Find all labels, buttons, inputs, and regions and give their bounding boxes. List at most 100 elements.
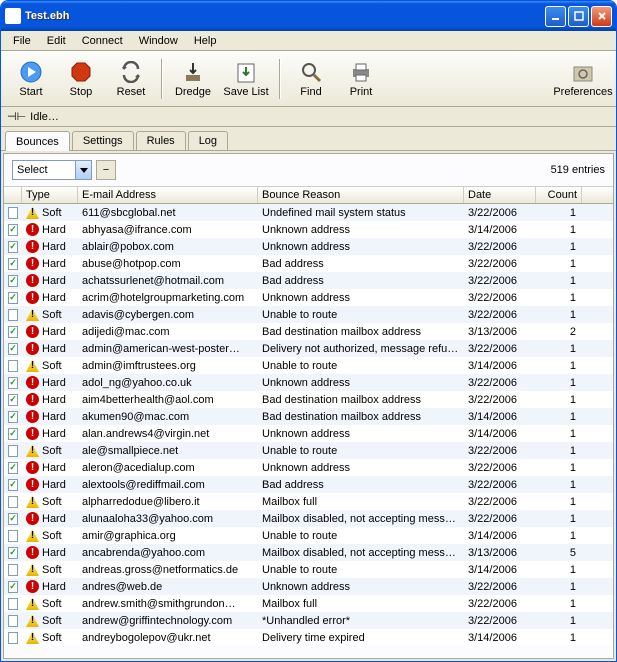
stop-button[interactable]: Stop: [57, 54, 105, 104]
remove-button[interactable]: −: [96, 160, 116, 180]
row-checkbox[interactable]: [8, 632, 18, 644]
dredge-button[interactable]: Dredge: [169, 54, 217, 104]
minimize-button[interactable]: [545, 6, 566, 27]
bounce-table: Type E-mail Address Bounce Reason Date C…: [4, 186, 613, 658]
row-checkbox[interactable]: ✓: [8, 343, 18, 355]
table-row[interactable]: ✓!Hardablair@pobox.comUnknown address3/2…: [4, 238, 613, 255]
table-row[interactable]: ✓!Hardacrim@hotelgroupmarketing.comUnkno…: [4, 289, 613, 306]
select-dropdown[interactable]: Select: [12, 160, 76, 180]
date-cell: 3/22/2006: [464, 308, 536, 322]
row-checkbox[interactable]: ✓: [8, 241, 18, 253]
col-check[interactable]: [4, 187, 22, 203]
col-email[interactable]: E-mail Address: [78, 187, 258, 203]
tab-settings[interactable]: Settings: [72, 131, 134, 150]
table-body[interactable]: !Soft611@sbcglobal.netUndefined mail sys…: [4, 204, 613, 658]
start-button[interactable]: Start: [7, 54, 55, 104]
tab-bounces[interactable]: Bounces: [5, 131, 70, 151]
tab-log[interactable]: Log: [188, 131, 228, 150]
email-cell: adavis@cybergen.com: [78, 308, 258, 322]
row-checkbox[interactable]: ✓: [8, 411, 18, 423]
row-checkbox[interactable]: [8, 445, 18, 457]
col-type[interactable]: Type: [22, 187, 78, 203]
row-checkbox[interactable]: [8, 360, 18, 372]
reason-cell: Unable to route: [258, 308, 464, 322]
email-cell: alextools@rediffmail.com: [78, 478, 258, 492]
table-row[interactable]: ✓!Hardancabrenda@yahoo.comMailbox disabl…: [4, 544, 613, 561]
table-row[interactable]: !Softadmin@imftrustees.orgUnable to rout…: [4, 357, 613, 374]
date-cell: 3/22/2006: [464, 597, 536, 611]
table-row[interactable]: ✓!Hardaleron@acedialup.comUnknown addres…: [4, 459, 613, 476]
row-checkbox[interactable]: ✓: [8, 258, 18, 270]
table-row[interactable]: ✓!Hardadijedi@mac.comBad destination mai…: [4, 323, 613, 340]
row-checkbox[interactable]: [8, 615, 18, 627]
email-cell: andrew.smith@smithgrundon…: [78, 597, 258, 611]
row-checkbox[interactable]: [8, 496, 18, 508]
savelist-button[interactable]: Save List: [219, 54, 273, 104]
table-row[interactable]: !Softandrew.smith@smithgrundon…Mailbox f…: [4, 595, 613, 612]
row-checkbox[interactable]: [8, 598, 18, 610]
date-cell: 3/22/2006: [464, 206, 536, 220]
row-checkbox[interactable]: [8, 207, 18, 219]
find-button[interactable]: Find: [287, 54, 335, 104]
menu-file[interactable]: File: [5, 33, 39, 49]
date-cell: 3/22/2006: [464, 376, 536, 390]
tab-rules[interactable]: Rules: [136, 131, 186, 150]
table-row[interactable]: ✓!Hardabuse@hotpop.comBad address3/22/20…: [4, 255, 613, 272]
menu-connect[interactable]: Connect: [74, 33, 131, 49]
table-row[interactable]: ✓!Hardabhyasa@ifrance.comUnknown address…: [4, 221, 613, 238]
menu-window[interactable]: Window: [131, 33, 186, 49]
row-checkbox[interactable]: ✓: [8, 224, 18, 236]
table-row[interactable]: ✓!Hardandres@web.deUnknown address3/22/2…: [4, 578, 613, 595]
table-row[interactable]: !Softale@smallpiece.netUnable to route3/…: [4, 442, 613, 459]
col-reason[interactable]: Bounce Reason: [258, 187, 464, 203]
row-checkbox[interactable]: ✓: [8, 292, 18, 304]
dropdown-button[interactable]: [76, 160, 92, 180]
row-checkbox[interactable]: ✓: [8, 326, 18, 338]
row-checkbox[interactable]: [8, 564, 18, 576]
table-row[interactable]: ✓!Hardalan.andrews4@virgin.netUnknown ad…: [4, 425, 613, 442]
preferences-button[interactable]: Preferences: [556, 54, 610, 104]
col-date[interactable]: Date: [464, 187, 536, 203]
row-checkbox[interactable]: ✓: [8, 547, 18, 559]
row-checkbox[interactable]: [8, 530, 18, 542]
table-row[interactable]: ✓!Hardalunaaloha33@yahoo.comMailbox disa…: [4, 510, 613, 527]
row-checkbox[interactable]: ✓: [8, 428, 18, 440]
col-count[interactable]: Count: [536, 187, 582, 203]
row-checkbox[interactable]: ✓: [8, 513, 18, 525]
email-cell: amir@graphica.org: [78, 529, 258, 543]
row-checkbox[interactable]: ✓: [8, 462, 18, 474]
table-row[interactable]: ✓!Hardalextools@rediffmail.comBad addres…: [4, 476, 613, 493]
table-row[interactable]: ✓!Hardadmin@american-west-poster…Deliver…: [4, 340, 613, 357]
reason-cell: Unknown address: [258, 376, 464, 390]
row-checkbox[interactable]: ✓: [8, 479, 18, 491]
table-row[interactable]: !Softalpharredodue@libero.itMailbox full…: [4, 493, 613, 510]
print-icon: [349, 60, 373, 84]
row-checkbox[interactable]: ✓: [8, 394, 18, 406]
table-row[interactable]: !Softandreybogolepov@ukr.netDelivery tim…: [4, 629, 613, 646]
table-row[interactable]: !Softadavis@cybergen.comUnable to route3…: [4, 306, 613, 323]
table-row[interactable]: ✓!Hardadol_ng@yahoo.co.ukUnknown address…: [4, 374, 613, 391]
row-checkbox[interactable]: [8, 309, 18, 321]
table-row[interactable]: ✓!Hardaim4betterhealth@aol.comBad destin…: [4, 391, 613, 408]
reason-cell: Mailbox disabled, not accepting messages: [258, 512, 464, 526]
email-cell: andreas.gross@netformatics.de: [78, 563, 258, 577]
table-row[interactable]: ✓!Hardachatssurlenet@hotmail.comBad addr…: [4, 272, 613, 289]
titlebar[interactable]: Test.ebh: [1, 1, 616, 31]
menu-edit[interactable]: Edit: [39, 33, 74, 49]
count-cell: 1: [536, 240, 580, 254]
table-row[interactable]: !Softamir@graphica.orgUnable to route3/1…: [4, 527, 613, 544]
row-checkbox[interactable]: ✓: [8, 581, 18, 593]
print-button[interactable]: Print: [337, 54, 385, 104]
close-button[interactable]: [591, 6, 612, 27]
table-row[interactable]: ✓!Hardakumen90@mac.comBad destination ma…: [4, 408, 613, 425]
table-row[interactable]: !Softandreas.gross@netformatics.deUnable…: [4, 561, 613, 578]
save-icon: [234, 60, 258, 84]
row-checkbox[interactable]: ✓: [8, 275, 18, 287]
maximize-button[interactable]: [568, 6, 589, 27]
table-row[interactable]: !Softandrew@griffintechnology.com*Unhand…: [4, 612, 613, 629]
reset-button[interactable]: Reset: [107, 54, 155, 104]
row-checkbox[interactable]: ✓: [8, 377, 18, 389]
table-row[interactable]: !Soft611@sbcglobal.netUndefined mail sys…: [4, 204, 613, 221]
menu-help[interactable]: Help: [186, 33, 225, 49]
hard-bounce-icon: !: [26, 240, 39, 253]
